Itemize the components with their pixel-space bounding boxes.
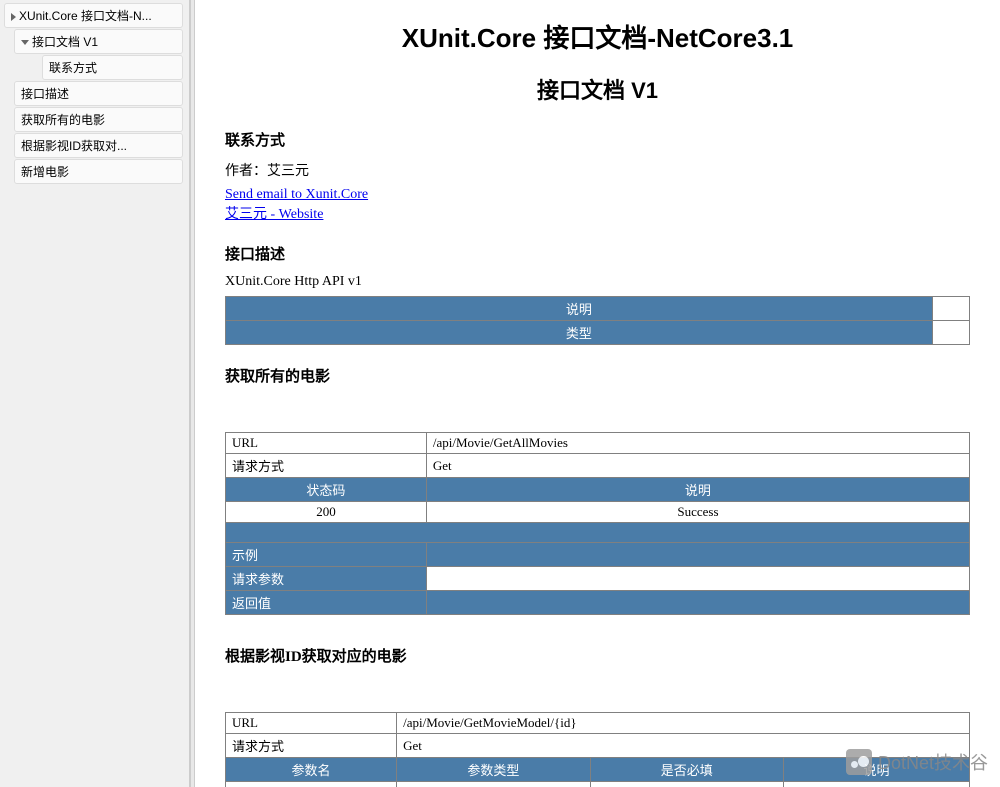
tree-node-add[interactable]: 新增电影 <box>14 159 183 184</box>
api1-status-hdr: 状态码 <box>226 478 427 502</box>
tree-node-getall[interactable]: 获取所有的电影 <box>14 107 183 132</box>
section-contact: 联系方式 <box>225 129 970 150</box>
page-subtitle: 接口文档 V1 <box>225 73 970 105</box>
api1-example: 示例 <box>226 543 427 567</box>
desc-row2: 类型 <box>226 321 933 345</box>
api2-p-req: True <box>590 782 783 787</box>
tree-root[interactable]: XUnit.Core 接口文档-N... <box>4 3 183 28</box>
content-pane: XUnit.Core 接口文档-NetCore3.1 接口文档 V1 联系方式 … <box>195 0 1000 787</box>
desc-table: 说明 类型 <box>225 296 970 345</box>
api1-return: 返回值 <box>226 591 427 615</box>
chevron-right-icon <box>11 13 16 21</box>
sidebar: XUnit.Core 接口文档-N... 接口文档 V1 联系方式 接口描述 获… <box>0 0 190 787</box>
desc-row1: 说明 <box>226 297 933 321</box>
api2-method-label: 请求方式 <box>226 734 397 758</box>
tree-node-desc[interactable]: 接口描述 <box>14 81 183 106</box>
api1-status-code: 200 <box>226 502 427 523</box>
api1-method-value: Get <box>426 454 969 478</box>
api1-status-desc: Success <box>426 502 969 523</box>
section-api2: 根据影视ID获取对应的电影 <box>225 645 970 666</box>
api1-table: URL/api/Movie/GetAllMovies 请求方式Get 状态码说明… <box>225 432 970 615</box>
api-desc-text: XUnit.Core Http API v1 <box>225 274 970 290</box>
website-link[interactable]: 艾三元 - Website <box>225 207 323 222</box>
chevron-down-icon <box>21 40 29 45</box>
section-desc: 接口描述 <box>225 243 970 264</box>
api1-method-label: 请求方式 <box>226 454 427 478</box>
api2-param-name-hdr: 参数名 <box>226 758 397 782</box>
api2-param-type-hdr: 参数类型 <box>397 758 590 782</box>
app-root: XUnit.Core 接口文档-N... 接口文档 V1 联系方式 接口描述 获… <box>0 0 1000 787</box>
tree-node-contact[interactable]: 联系方式 <box>42 55 183 80</box>
section-api1: 获取所有的电影 <box>225 365 970 386</box>
api2-p-name: id <box>226 782 397 787</box>
page-title: XUnit.Core 接口文档-NetCore3.1 <box>225 18 970 55</box>
email-link[interactable]: Send email to Xunit.Core <box>225 187 368 202</box>
watermark-text: DotNet技术谷 <box>878 749 988 775</box>
api1-url-label: URL <box>226 433 427 454</box>
watermark: DotNet技术谷 <box>846 749 988 775</box>
tree-node-v1[interactable]: 接口文档 V1 <box>14 29 183 54</box>
api1-desc-hdr: 说明 <box>426 478 969 502</box>
wechat-icon <box>846 749 872 775</box>
author-line: 作者：艾三元 <box>225 160 970 180</box>
api2-url-value: /api/Movie/GetMovieModel/{id} <box>397 713 970 734</box>
api2-url-label: URL <box>226 713 397 734</box>
api2-p-desc: 影视ID <box>783 782 969 787</box>
tree-node-getbyid[interactable]: 根据影视ID获取对... <box>14 133 183 158</box>
api2-required-hdr: 是否必填 <box>590 758 783 782</box>
api1-url-value: /api/Movie/GetAllMovies <box>426 433 969 454</box>
api1-req-params: 请求参数 <box>226 567 427 591</box>
api2-p-type: Path <box>397 782 590 787</box>
